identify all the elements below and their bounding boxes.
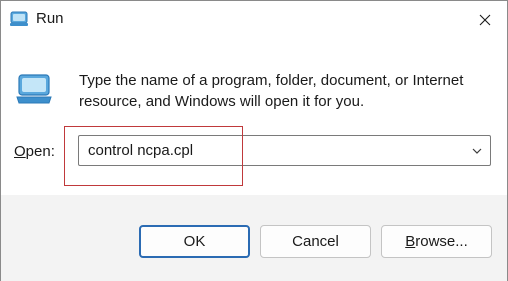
- dialog-description: Type the name of a program, folder, docu…: [79, 72, 464, 110]
- title-bar[interactable]: Run: [1, 1, 507, 39]
- browse-accesskey: B: [405, 233, 416, 250]
- run-app-icon: [16, 74, 52, 104]
- browse-button[interactable]: Browse...: [381, 225, 492, 258]
- open-input[interactable]: control ncpa.cpl: [88, 142, 193, 159]
- close-button[interactable]: [463, 1, 507, 39]
- open-combobox[interactable]: control ncpa.cpl: [78, 135, 491, 166]
- open-label-text: pen:: [25, 143, 55, 160]
- chevron-down-icon[interactable]: [471, 145, 483, 157]
- open-label: Open:: [14, 143, 55, 160]
- ok-button[interactable]: OK: [139, 225, 250, 258]
- open-label-accesskey: O: [14, 143, 26, 160]
- run-app-icon: [10, 11, 28, 26]
- cancel-button[interactable]: Cancel: [260, 225, 371, 258]
- browse-label: rowse...: [415, 233, 468, 250]
- close-icon: [479, 14, 491, 26]
- window-title: Run: [36, 10, 64, 27]
- dialog-body: Type the name of a program, folder, docu…: [1, 39, 507, 195]
- button-bar: OK Cancel Browse...: [1, 195, 507, 281]
- run-dialog-window: Run Type the name of a program, folder, …: [0, 0, 508, 281]
